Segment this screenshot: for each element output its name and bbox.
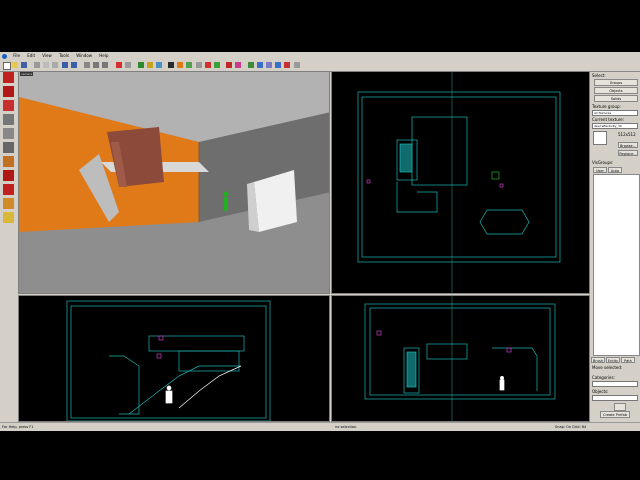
textured-icon[interactable] <box>177 62 183 68</box>
status-bar: For Help, press F1 no selection. Snap: O… <box>0 422 640 431</box>
copy-icon[interactable] <box>43 62 49 68</box>
hide-icon[interactable] <box>147 62 153 68</box>
cordon-icon[interactable] <box>235 62 241 68</box>
tab-path[interactable]: Path <box>621 357 635 363</box>
new-file-icon[interactable] <box>3 62 11 70</box>
hammer-editor-window: File Edit View Tools Window Help camera … <box>0 52 640 431</box>
camera-viewport[interactable]: camera <box>18 71 330 294</box>
visgroups-label: VisGroups: <box>592 160 614 165</box>
side-wireframe <box>364 296 556 421</box>
tab-auto[interactable]: Auto <box>608 167 622 173</box>
menu-bar: File Edit View Tools Window Help <box>0 52 640 60</box>
entity-report-icon[interactable] <box>196 62 202 68</box>
menu-window[interactable]: Window <box>73 52 95 60</box>
save-icon[interactable] <box>21 62 27 68</box>
categories-select[interactable] <box>592 381 638 387</box>
texture-group-select[interactable]: All Textures <box>592 110 638 116</box>
front-wireframe <box>66 300 271 421</box>
front-viewport[interactable] <box>18 295 330 422</box>
tool-palette <box>0 72 18 272</box>
wireframe-icon[interactable] <box>168 62 174 68</box>
apply-texture-icon[interactable] <box>3 156 14 167</box>
side-viewport[interactable] <box>331 295 590 422</box>
select-objects-button[interactable]: Objects <box>594 87 638 94</box>
align-left-icon[interactable] <box>248 62 254 68</box>
browse-button[interactable]: Browse... <box>618 142 638 148</box>
current-texture-select[interactable]: dev/reflectivity_30 <box>592 123 638 129</box>
texture-preview <box>593 131 607 145</box>
flip-icon[interactable] <box>284 62 290 68</box>
camera-viewport-label: camera <box>20 72 34 76</box>
create-prefab-button[interactable]: Create Prefab <box>600 411 630 418</box>
status-snap: Snap: On Grid: 64 <box>555 425 587 429</box>
check-problems-icon[interactable] <box>205 62 211 68</box>
carve-icon[interactable] <box>116 62 122 68</box>
move-selected-label: Move selected: <box>592 365 623 370</box>
texture-group-label: Texture group: <box>592 104 621 109</box>
current-texture-label: Current texture: <box>592 117 625 122</box>
undo-icon[interactable] <box>62 62 68 68</box>
grid-larger-icon[interactable] <box>102 62 108 68</box>
objects-label: Objects: <box>592 389 609 394</box>
entity-tool-icon[interactable] <box>3 114 14 125</box>
align-right-icon[interactable] <box>257 62 263 68</box>
select-label: Select: <box>592 73 606 78</box>
block-tool-icon[interactable] <box>3 128 14 139</box>
app-logo-icon <box>2 53 7 59</box>
tab-user[interactable]: User <box>593 167 607 173</box>
open-folder-icon[interactable] <box>12 62 18 68</box>
show-icon[interactable] <box>156 62 162 68</box>
visgroups-list[interactable] <box>593 174 640 356</box>
right-panel: Select: Groups Objects Solids Texture gr… <box>590 72 640 422</box>
scale-icon[interactable] <box>294 62 300 68</box>
decal-tool-icon[interactable] <box>3 170 14 181</box>
group-icon[interactable] <box>125 62 131 68</box>
align-top-icon[interactable] <box>266 62 272 68</box>
redo-icon[interactable] <box>71 62 77 68</box>
clipping-tool-icon[interactable] <box>3 184 14 195</box>
menu-help[interactable]: Help <box>96 52 111 60</box>
texture-lock-icon[interactable] <box>138 62 144 68</box>
camera-tool-icon[interactable] <box>3 100 14 111</box>
status-selection: no selection. <box>335 425 358 429</box>
paste-icon[interactable] <box>52 62 58 68</box>
menu-tools[interactable]: Tools <box>56 52 72 60</box>
menu-view[interactable]: View <box>39 52 55 60</box>
replace-button[interactable]: Replace... <box>618 150 638 156</box>
magnify-tool-icon[interactable] <box>3 86 14 97</box>
stop-icon[interactable] <box>226 62 232 68</box>
texture-application-icon[interactable] <box>3 142 14 153</box>
tab-brush[interactable]: Brush <box>591 357 605 363</box>
tab-entity[interactable]: Entity <box>606 357 620 363</box>
select-groups-button[interactable]: Groups <box>594 79 638 86</box>
texture-size-label: 512x512 <box>618 132 636 137</box>
menu-file[interactable]: File <box>10 52 23 60</box>
grid-smaller-icon[interactable] <box>93 62 99 68</box>
flat-shaded-icon[interactable] <box>186 62 192 68</box>
cut-icon[interactable] <box>34 62 40 68</box>
selection-tool-icon[interactable] <box>3 72 14 83</box>
categories-label: Categories: <box>592 375 615 380</box>
status-help: For Help, press F1 <box>2 425 34 429</box>
run-map-icon[interactable] <box>214 62 220 68</box>
align-bottom-icon[interactable] <box>275 62 281 68</box>
prefab-spinner[interactable] <box>614 403 626 411</box>
top-wireframe <box>357 72 561 293</box>
menu-edit[interactable]: Edit <box>24 52 38 60</box>
select-solids-button[interactable]: Solids <box>594 95 638 102</box>
objects-select[interactable] <box>592 395 638 401</box>
top-viewport[interactable] <box>331 71 590 294</box>
camera-scene <box>19 72 329 293</box>
path-tool-icon[interactable] <box>3 212 14 223</box>
grid-icon[interactable] <box>84 62 90 68</box>
vertex-tool-icon[interactable] <box>3 198 14 209</box>
